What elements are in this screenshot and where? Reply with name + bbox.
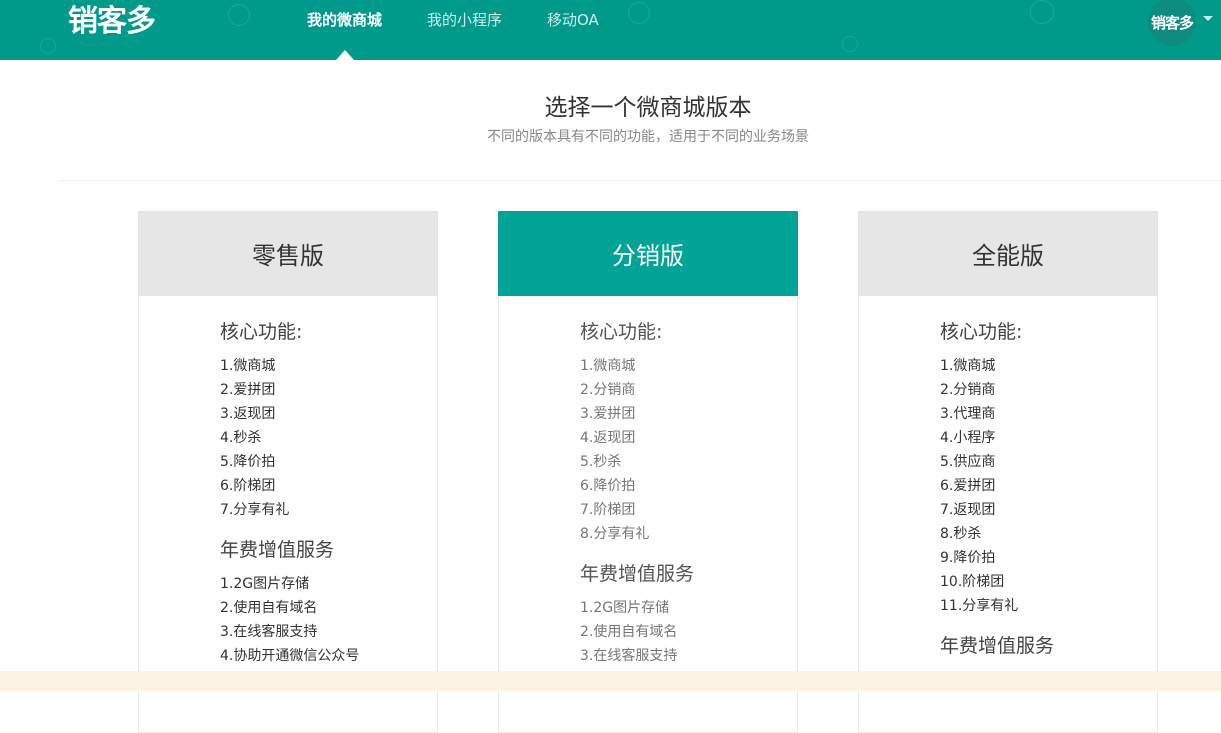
core-features-title: 核心功能:	[580, 321, 663, 343]
plan-card-distribution[interactable]: 分销版 核心功能: 1.微商城 2.分销商 3.爱拼团 4.返现团 5.秒杀 6…	[498, 211, 798, 733]
plan-name[interactable]: 全能版	[858, 211, 1158, 296]
plan-name[interactable]: 分销版	[498, 211, 798, 296]
list-item: 1.微商城	[940, 358, 996, 374]
chevron-down-icon[interactable]	[1203, 16, 1213, 21]
list-item: 3.在线客服支持	[580, 648, 678, 664]
list-item: 7.分享有礼	[220, 502, 290, 518]
nav-item-mobile-oa[interactable]: 移动OA	[547, 9, 599, 31]
plan-body: 核心功能: 1.微商城 2.分销商 3.爱拼团 4.返现团 5.秒杀 6.降价拍…	[580, 318, 790, 682]
nav-item-my-mall[interactable]: 我的微商城	[307, 9, 382, 31]
list-item: 1.微商城	[220, 358, 276, 374]
plan-card-full[interactable]: 全能版 核心功能: 1.微商城 2.分销商 3.代理商 4.小程序 5.供应商 …	[858, 211, 1158, 733]
plan-body: 核心功能: 1.微商城 2.爱拼团 3.返现团 4.秒杀 5.降价拍 6.阶梯团…	[220, 318, 430, 682]
list-item: 6.爱拼团	[940, 478, 996, 494]
plan-name[interactable]: 零售版	[138, 211, 438, 296]
core-feature-list: 1.微商城 2.分销商 3.爱拼团 4.返现团 5.秒杀 6.降价拍 7.阶梯团…	[580, 354, 790, 546]
service-list: 1.2G图片存储 2.使用自有域名 3.在线客服支持 4.协助开通微信公众号	[220, 572, 430, 668]
services-title: 年费增值服务	[220, 539, 335, 561]
list-item: 11.分享有礼	[940, 598, 1019, 614]
list-item: 3.爱拼团	[580, 406, 636, 422]
list-item: 2.分销商	[940, 382, 996, 398]
list-item: 4.返现团	[580, 430, 636, 446]
list-item: 1.2G图片存储	[220, 576, 310, 592]
list-item: 9.降价拍	[940, 550, 996, 566]
list-item: 2.使用自有域名	[220, 600, 318, 616]
nav-item-mini-program[interactable]: 我的小程序	[427, 9, 502, 31]
list-item: 3.在线客服支持	[220, 624, 318, 640]
list-item: 1.2G图片存储	[580, 600, 670, 616]
core-feature-list: 1.微商城 2.爱拼团 3.返现团 4.秒杀 5.降价拍 6.阶梯团 7.分享有…	[220, 354, 430, 522]
list-item: 4.协助开通微信公众号	[220, 648, 360, 664]
bottom-strip	[0, 671, 1221, 691]
background-decoration	[1030, 0, 1054, 24]
plan-card-retail[interactable]: 零售版 核心功能: 1.微商城 2.爱拼团 3.返现团 4.秒杀 5.降价拍 6…	[138, 211, 438, 733]
core-feature-list: 1.微商城 2.分销商 3.代理商 4.小程序 5.供应商 6.爱拼团 7.返现…	[940, 354, 1150, 618]
active-nav-indicator	[336, 50, 354, 60]
background-decoration	[228, 4, 250, 26]
list-item: 3.代理商	[940, 406, 996, 422]
list-item: 7.返现团	[940, 502, 996, 518]
list-item: 3.返现团	[220, 406, 276, 422]
core-features-title: 核心功能:	[220, 321, 303, 343]
list-item: 5.降价拍	[220, 454, 276, 470]
list-item: 5.秒杀	[580, 454, 622, 470]
list-item: 10.阶梯团	[940, 574, 1005, 590]
brand-logo[interactable]: 销客多	[68, 2, 156, 42]
list-item: 4.小程序	[940, 430, 996, 446]
page-subtitle: 不同的版本具有不同的功能，适用于不同的业务场景	[487, 129, 809, 145]
core-features-title: 核心功能:	[940, 321, 1023, 343]
top-navbar: 销客多 我的微商城 我的小程序 移动OA 销客多	[0, 0, 1221, 60]
list-item: 8.分享有礼	[580, 526, 650, 542]
list-item: 2.分销商	[580, 382, 636, 398]
list-item: 5.供应商	[940, 454, 996, 470]
background-decoration	[842, 36, 858, 52]
services-title: 年费增值服务	[940, 635, 1055, 657]
background-decoration	[628, 2, 650, 24]
divider	[58, 180, 1221, 181]
services-title: 年费增值服务	[580, 563, 695, 585]
list-item: 2.使用自有域名	[580, 624, 678, 640]
list-item: 2.爱拼团	[220, 382, 276, 398]
service-list: 1.2G图片存储 2.使用自有域名 3.在线客服支持	[580, 596, 790, 668]
list-item: 7.阶梯团	[580, 502, 636, 518]
list-item: 4.秒杀	[220, 430, 262, 446]
plan-body: 核心功能: 1.微商城 2.分销商 3.代理商 4.小程序 5.供应商 6.爱拼…	[940, 318, 1150, 668]
page-title: 选择一个微商城版本	[544, 95, 752, 121]
list-item: 6.降价拍	[580, 478, 636, 494]
list-item: 1.微商城	[580, 358, 636, 374]
avatar[interactable]: 销客多	[1148, 0, 1196, 46]
list-item: 6.阶梯团	[220, 478, 276, 494]
background-decoration	[40, 38, 56, 54]
list-item: 8.秒杀	[940, 526, 982, 542]
